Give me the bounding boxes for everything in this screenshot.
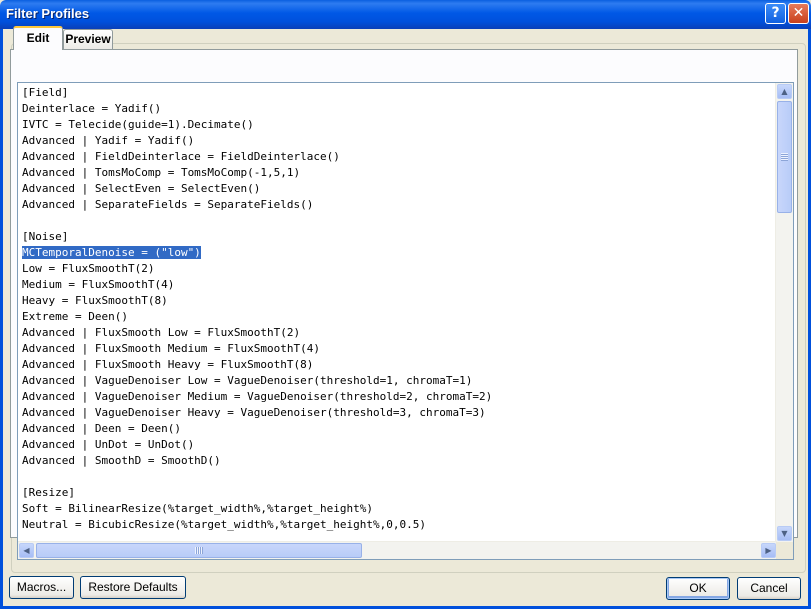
code-line[interactable]: Advanced | UnDot = UnDot() — [22, 437, 773, 453]
code-line[interactable]: IVTC = Telecide(guide=1).Decimate() — [22, 117, 773, 133]
code-line[interactable] — [22, 469, 773, 485]
code-line-text: Advanced | FieldDeinterlace = FieldDeint… — [22, 150, 340, 163]
code-line-text: Advanced | SelectEven = SelectEven() — [22, 182, 261, 195]
code-line-text: Advanced | UnDot = UnDot() — [22, 438, 195, 451]
code-line-text: Advanced | VagueDenoiser Low = VagueDeno… — [22, 374, 473, 387]
code-line[interactable]: Advanced | FluxSmooth Low = FluxSmoothT(… — [22, 325, 773, 341]
code-line[interactable]: [Noise] — [22, 229, 773, 245]
code-line[interactable]: Medium = FluxSmoothT(4) — [22, 277, 773, 293]
code-line-text: Heavy = FluxSmoothT(8) — [22, 294, 168, 307]
code-line[interactable]: Advanced | VagueDenoiser Heavy = VagueDe… — [22, 405, 773, 421]
code-line[interactable]: Advanced | FieldDeinterlace = FieldDeint… — [22, 149, 773, 165]
editor-text[interactable]: [Field] Deinterlace = Yadif() IVTC = Telec… — [22, 85, 773, 539]
code-line-text: Advanced | FluxSmooth Low = FluxSmoothT(… — [22, 326, 301, 339]
code-line[interactable]: Advanced | VagueDenoiser Low = VagueDeno… — [22, 373, 773, 389]
profile-text-editor[interactable]: [Field] Deinterlace = Yadif() IVTC = Telec… — [17, 82, 794, 560]
code-line-text: Advanced | TomsMoComp = TomsMoComp(-1,5,… — [22, 166, 301, 179]
code-line[interactable]: MCTemporalDenoise = ("low") — [22, 245, 773, 261]
code-line-text: Advanced | SeparateFields = SeparateFiel… — [22, 198, 314, 211]
code-line[interactable]: Heavy = FluxSmoothT(8) — [22, 293, 773, 309]
code-line-text: MCTemporalDenoise = ("low") — [22, 246, 201, 259]
horizontal-scrollbar[interactable]: ◀ ▶ — [18, 541, 777, 559]
vertical-scroll-thumb[interactable] — [777, 101, 792, 213]
code-line-text: IVTC = Telecide(guide=1).Decimate() — [22, 118, 254, 131]
grip-icon — [781, 153, 788, 161]
code-line[interactable]: [Resize] — [22, 485, 773, 501]
code-line[interactable]: Advanced | TomsMoComp = TomsMoComp(-1,5,… — [22, 165, 773, 181]
window-title: Filter Profiles — [6, 6, 90, 21]
scroll-up-arrow-icon[interactable]: ▲ — [777, 84, 792, 99]
code-line[interactable]: Advanced | SelectEven = SelectEven() — [22, 181, 773, 197]
code-line[interactable]: Advanced | Deen = Deen() — [22, 421, 773, 437]
code-line[interactable] — [22, 213, 773, 229]
code-line[interactable]: Deinterlace = Yadif() — [22, 101, 773, 117]
code-line[interactable]: Advanced | FluxSmooth Heavy = FluxSmooth… — [22, 357, 773, 373]
code-line-text: Advanced | Deen = Deen() — [22, 422, 181, 435]
code-line-text: Advanced | SmoothD = SmoothD() — [22, 454, 221, 467]
code-line[interactable]: Extreme = Deen() — [22, 309, 773, 325]
code-line[interactable]: Low = FluxSmoothT(2) — [22, 261, 773, 277]
horizontal-scroll-thumb[interactable] — [36, 543, 362, 558]
code-line-text: Advanced | VagueDenoiser Heavy = VagueDe… — [22, 406, 486, 419]
scroll-right-arrow-icon[interactable]: ▶ — [761, 543, 776, 558]
grip-icon — [195, 547, 203, 554]
ok-button[interactable]: OK — [666, 577, 730, 600]
code-line-text: Advanced | FluxSmooth Medium = FluxSmoot… — [22, 342, 321, 355]
code-line-text: Medium = FluxSmoothT(4) — [22, 278, 175, 291]
code-line-text: [Noise] — [22, 230, 69, 243]
code-line[interactable]: [Field] — [22, 85, 773, 101]
code-line[interactable]: Neutral = BicubicResize(%target_width%,%… — [22, 517, 773, 533]
vertical-scrollbar[interactable]: ▲ ▼ — [775, 83, 793, 542]
tab-preview[interactable]: Preview — [63, 29, 113, 49]
code-line-text: Advanced | Yadif = Yadif() — [22, 134, 195, 147]
title-bar: Filter Profiles ? ✕ — [0, 0, 811, 29]
code-line-text: Neutral = BicubicResize(%target_width%,%… — [22, 518, 426, 531]
code-line[interactable]: Advanced | FluxSmooth Medium = FluxSmoot… — [22, 341, 773, 357]
scroll-left-arrow-icon[interactable]: ◀ — [19, 543, 34, 558]
code-line-text: Extreme = Deen() — [22, 310, 128, 323]
code-line[interactable]: Advanced | Yadif = Yadif() — [22, 133, 773, 149]
code-line[interactable]: Soft = BilinearResize(%target_width%,%ta… — [22, 501, 773, 517]
code-line[interactable]: Advanced | SmoothD = SmoothD() — [22, 453, 773, 469]
cancel-button[interactable]: Cancel — [737, 577, 801, 600]
code-line-text: Advanced | VagueDenoiser Medium = VagueD… — [22, 390, 493, 403]
code-line[interactable]: Advanced | VagueDenoiser Medium = VagueD… — [22, 389, 773, 405]
code-line-text: [Field] — [22, 86, 69, 99]
tab-edit[interactable]: Edit — [13, 26, 63, 50]
macros-button[interactable]: Macros... — [9, 576, 74, 599]
close-button[interactable]: ✕ — [788, 3, 809, 24]
scroll-down-arrow-icon[interactable]: ▼ — [777, 526, 792, 541]
restore-defaults-button[interactable]: Restore Defaults — [80, 576, 186, 599]
code-line-text: [Resize] — [22, 486, 75, 499]
scrollbar-corner — [776, 542, 793, 559]
code-line-text: Low = FluxSmoothT(2) — [22, 262, 155, 275]
code-line-text: Deinterlace = Yadif() — [22, 102, 162, 115]
code-line[interactable]: Advanced | SeparateFields = SeparateFiel… — [22, 197, 773, 213]
help-button[interactable]: ? — [765, 3, 786, 24]
code-line-text: Soft = BilinearResize(%target_width%,%ta… — [22, 502, 373, 515]
code-line-text: Advanced | FluxSmooth Heavy = FluxSmooth… — [22, 358, 314, 371]
